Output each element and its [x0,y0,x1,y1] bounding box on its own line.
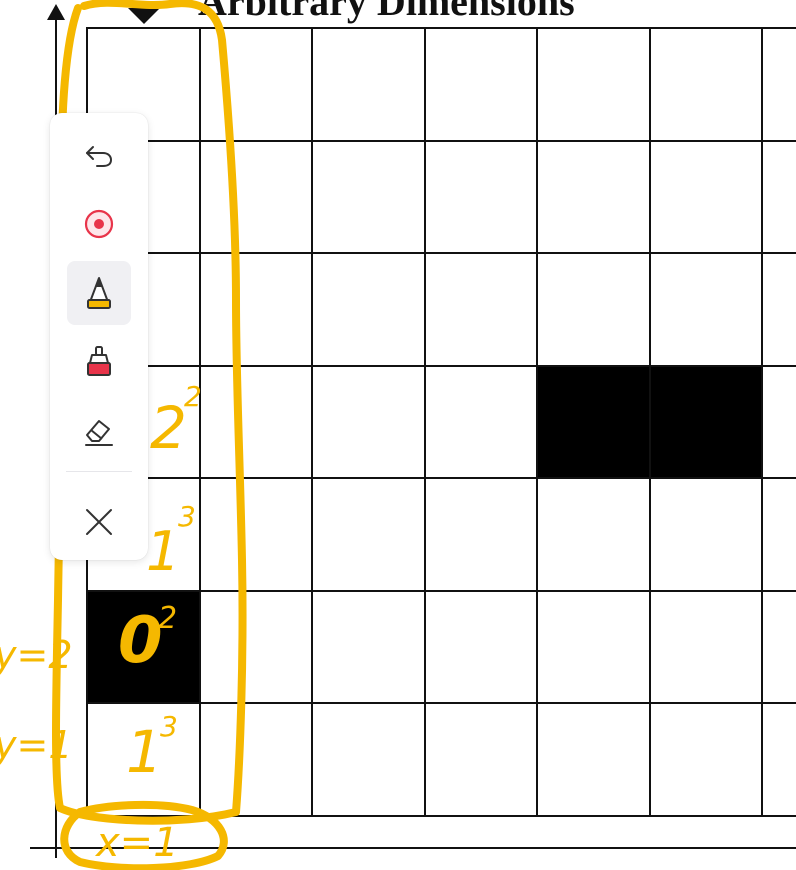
grid-cell[interactable] [763,704,796,817]
grid-cell[interactable] [425,591,538,704]
grid-cell[interactable] [425,29,538,142]
grid-cell-filled[interactable] [538,366,651,479]
grid-cell[interactable] [425,366,538,479]
grid-cell[interactable] [313,704,426,817]
grid-cell[interactable] [538,704,651,817]
highlighter-button[interactable] [67,330,131,394]
grid-cell[interactable] [538,254,651,367]
grid-cell[interactable] [313,366,426,479]
grid-cell[interactable] [313,141,426,254]
grid-cell[interactable] [200,704,313,817]
grid-cell[interactable] [200,29,313,142]
grid-cell[interactable] [200,366,313,479]
grid-cell[interactable] [313,29,426,142]
grid-cell[interactable] [425,141,538,254]
grid-cell[interactable] [763,254,796,367]
grid-cell[interactable] [538,591,651,704]
grid-cell-filled[interactable] [88,591,201,704]
grid-cell[interactable] [313,479,426,592]
pen-button[interactable] [67,261,131,325]
grid-cell[interactable] [763,479,796,592]
toolbar-divider [66,471,132,472]
grid-cell[interactable] [650,704,763,817]
grid-cell[interactable] [425,704,538,817]
laser-pointer-icon [84,209,114,239]
undo-icon [86,146,113,167]
triangle-marker-icon [128,8,160,24]
grid-cell[interactable] [538,141,651,254]
pen-icon [87,277,111,309]
grid-cell-filled[interactable] [650,366,763,479]
grid-cell[interactable] [538,479,651,592]
grid-cell[interactable] [200,254,313,367]
grid-cell[interactable] [650,591,763,704]
grid-cell[interactable] [313,591,426,704]
eraser-button[interactable] [67,399,131,463]
laser-pointer-button[interactable] [67,192,131,256]
eraser-icon [85,420,113,446]
grid-cell[interactable] [763,29,796,142]
grid-cell[interactable] [650,29,763,142]
grid-cell[interactable] [538,29,651,142]
close-toolbar-button[interactable] [67,490,131,554]
grid-cell[interactable] [88,704,201,817]
grid-cell[interactable] [425,479,538,592]
grid-cell[interactable] [425,254,538,367]
highlighter-icon [87,346,111,376]
pixel-grid[interactable] [86,27,796,817]
grid-cell[interactable] [763,591,796,704]
close-icon [86,509,112,535]
whiteboard-canvas[interactable]: Arbitrary Dimensions 2 2 1 3 0 2 1 3 y=2… [0,0,796,870]
grid-cell[interactable] [650,141,763,254]
drawing-toolbar [50,113,148,560]
grid-cell[interactable] [650,254,763,367]
grid-cell[interactable] [200,479,313,592]
grid-cell[interactable] [763,366,796,479]
grid-cell[interactable] [200,591,313,704]
grid-cell[interactable] [650,479,763,592]
grid-cell[interactable] [313,254,426,367]
grid-cell[interactable] [763,141,796,254]
grid-cell[interactable] [200,141,313,254]
undo-button[interactable] [67,123,131,187]
